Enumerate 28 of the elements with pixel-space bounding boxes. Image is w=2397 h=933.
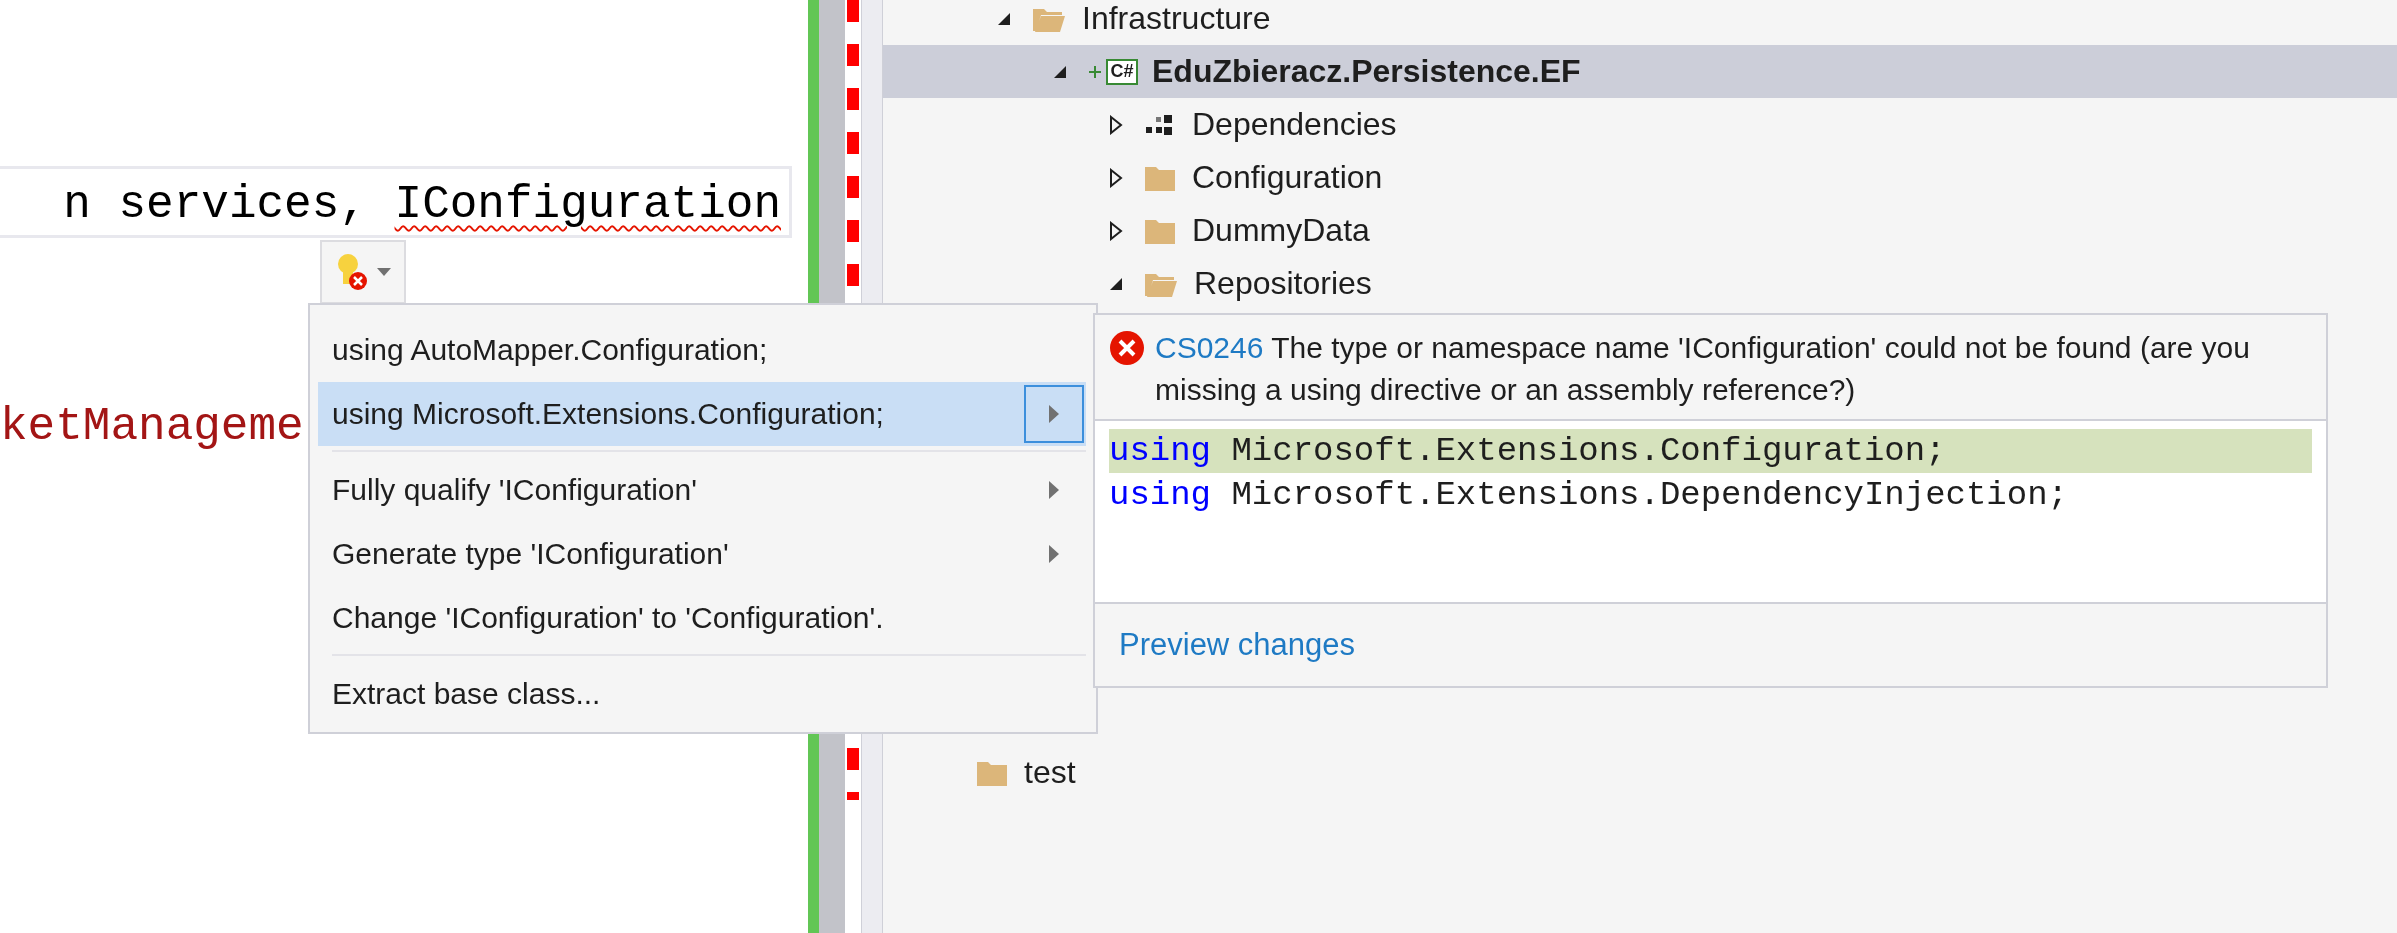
collapsed-triangle-icon[interactable] — [1108, 167, 1124, 188]
error-code-link[interactable]: CS0246 — [1155, 331, 1264, 364]
collapsed-triangle-icon[interactable] — [1108, 220, 1124, 241]
tree-item[interactable]: Dependencies — [883, 98, 2397, 151]
lightbulb-error-icon — [335, 252, 369, 292]
menu-item[interactable]: using AutoMapper.Configuration; — [318, 318, 1086, 382]
collapsed-triangle-icon[interactable] — [1108, 114, 1124, 135]
tree-item[interactable]: test — [883, 746, 2397, 799]
tree-item[interactable]: Infrastructure — [883, 0, 2397, 45]
menu-item[interactable]: using Microsoft.Extensions.Configuration; — [318, 382, 1086, 446]
error-message: CS0246 The type or namespace name 'IConfiguration' could not be found (are you missing a using directive or an assembly reference?) — [1155, 330, 2251, 408]
tree-item[interactable]: C# EduZbieracz.Persistence.EF — [883, 45, 2397, 98]
csharp-project-icon: C# — [1106, 58, 1138, 85]
code-line: ketManageme — [0, 400, 305, 455]
menu-item[interactable]: Extract base class... — [318, 662, 1086, 726]
tree-item[interactable]: DummyData — [883, 204, 2397, 257]
code-line: using Microsoft.Extensions.DependencyInjection; — [1109, 475, 2069, 516]
dependencies-icon — [1144, 112, 1174, 137]
menu-item[interactable]: Change 'IConfiguration' to 'Configuration'. — [318, 586, 1086, 650]
menu-item[interactable]: Generate type 'IConfiguration' — [318, 522, 1086, 586]
caret-icon — [377, 268, 391, 276]
preview-changes-link[interactable]: Preview changes — [1119, 627, 1356, 663]
code-line: n services, IConfiguration — [0, 166, 792, 238]
error-icon — [1109, 330, 1145, 366]
menu-item[interactable]: Fully qualify 'IConfiguration' — [318, 458, 1086, 522]
tree-item[interactable]: Repositories — [883, 257, 2397, 310]
quick-actions-button[interactable] — [320, 240, 406, 304]
tree-item[interactable]: Configuration — [883, 151, 2397, 204]
